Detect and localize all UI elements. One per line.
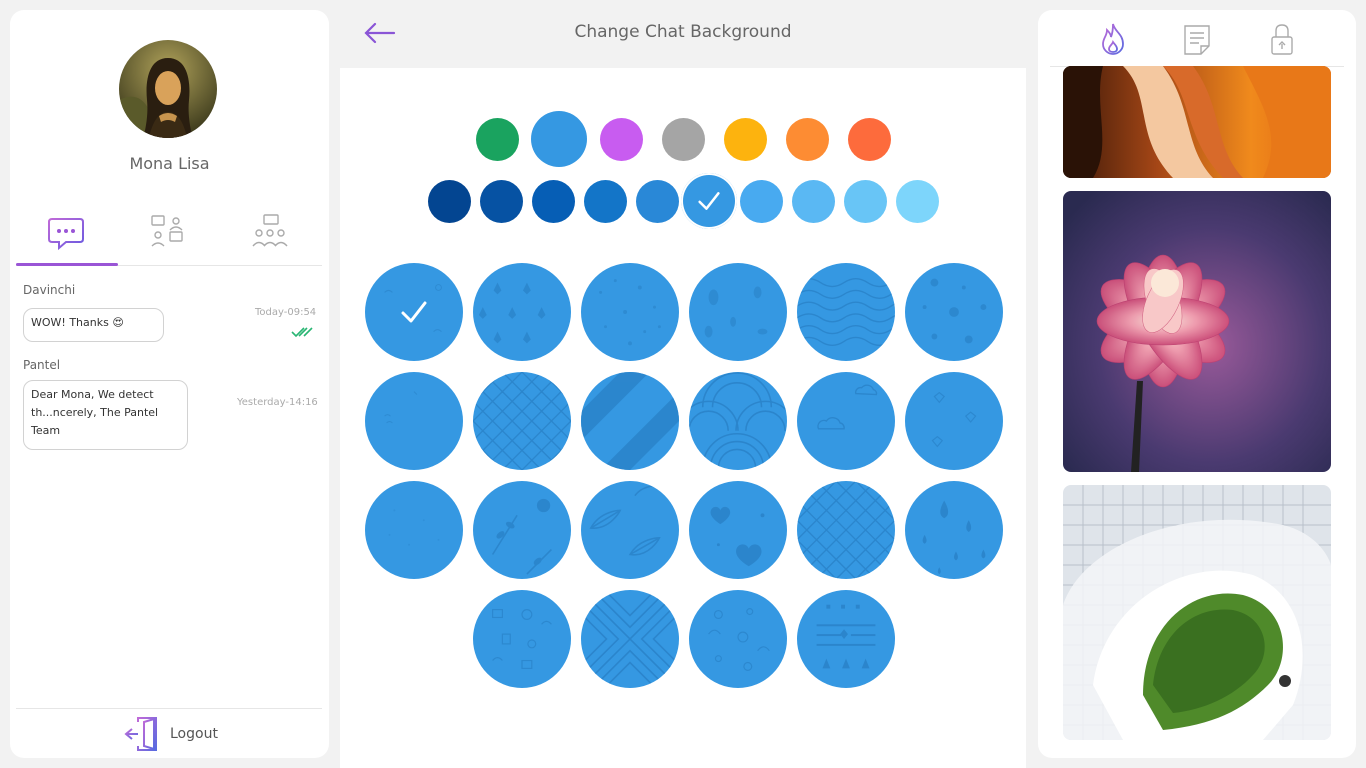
double-check-icon: [291, 327, 313, 338]
logout-button[interactable]: Logout: [124, 716, 218, 752]
lock-icon: [1271, 24, 1293, 55]
wallpaper-dahlia[interactable]: [1063, 191, 1331, 472]
message-sender: Davinchi: [23, 283, 76, 297]
color-swatch[interactable]: [475, 117, 519, 161]
color-swatch[interactable]: [843, 179, 887, 223]
pattern-tribal-icon: [816, 604, 876, 669]
flame-icon: [1102, 23, 1124, 55]
pattern-quatrefoil-icon: [473, 372, 571, 470]
avatar[interactable]: [119, 40, 217, 138]
pattern-option-circles-doodle[interactable]: [689, 590, 787, 688]
pattern-option-branches[interactable]: [473, 481, 571, 579]
color-swatch[interactable]: [583, 179, 627, 223]
page-title: Change Chat Background: [574, 22, 792, 42]
pattern-option-quatrefoil[interactable]: [473, 372, 571, 470]
checkmark-icon: [698, 192, 720, 210]
right-panel: [1038, 10, 1356, 758]
message-time: Yesterday-14:16: [237, 397, 318, 408]
pattern-option-sparse-doodle[interactable]: [365, 372, 463, 470]
pattern-option-diagonal-stripes[interactable]: [581, 372, 679, 470]
tab-chats[interactable]: [16, 210, 116, 254]
pattern-lattice-icon: [797, 481, 895, 579]
footer-divider: [16, 708, 322, 709]
pattern-fleur-de-lis-icon: [478, 282, 546, 344]
pattern-faint-texture-icon: [388, 509, 440, 546]
message-bubble[interactable]: Dear Mona, We detect th...ncerely, The P…: [23, 380, 188, 450]
pattern-option-big-leaves[interactable]: [581, 481, 679, 579]
pattern-branches-icon: [491, 498, 552, 575]
active-tab-indicator: [16, 263, 118, 266]
pattern-option-seigaiha[interactable]: [689, 372, 787, 470]
pattern-option-stars-sparkles[interactable]: [581, 263, 679, 361]
pattern-diagonal-stripes-icon: [581, 372, 679, 470]
pattern-hearts-icon: [710, 506, 765, 567]
tab-trending[interactable]: [1095, 22, 1131, 56]
tab-groups[interactable]: [220, 210, 320, 254]
message-sender: Pantel: [23, 358, 61, 372]
pattern-option-clouds[interactable]: [797, 372, 895, 470]
color-swatch[interactable]: [635, 179, 679, 223]
pattern-raindrops-icon: [922, 500, 986, 575]
profile-name: Mona Lisa: [129, 154, 210, 173]
pattern-circles-doodle-icon: [708, 608, 770, 671]
logout-label: Logout: [170, 726, 218, 742]
color-swatch[interactable]: [599, 117, 643, 161]
message-bubble[interactable]: WOW! Thanks 😍: [23, 308, 164, 342]
group-chat-icon: [252, 214, 288, 247]
contacts-chat-icon: [151, 215, 183, 247]
message-time: Today-09:54: [255, 307, 317, 318]
checkmark-icon: [401, 301, 427, 323]
chat-bubble-icon: [48, 218, 84, 251]
pattern-sparse-doodle-icon: [384, 391, 418, 424]
pattern-option-hearts[interactable]: [689, 481, 787, 579]
pattern-waves-icon: [797, 277, 895, 347]
color-swatch[interactable]: [791, 179, 835, 223]
pattern-leaves-doodle-icon: [704, 286, 768, 338]
pattern-option-dots[interactable]: [905, 263, 1003, 361]
color-swatch[interactable]: [723, 117, 767, 161]
tab-contacts[interactable]: [118, 210, 218, 254]
document-icon: [1184, 25, 1210, 55]
color-swatch[interactable]: [785, 117, 829, 161]
pattern-big-leaves-icon: [589, 485, 661, 556]
pattern-stars-sparkles-icon: [599, 279, 661, 346]
left-sidebar: Mona Lisa Davinchi WOW! Thanks 😍 Today-0…: [10, 10, 329, 758]
color-swatch[interactable]: [427, 179, 471, 223]
color-swatch[interactable]: [531, 179, 575, 223]
pattern-option-raindrops[interactable]: [905, 481, 1003, 579]
pattern-diamonds-icon: [931, 391, 977, 448]
pattern-scribbles-icon: [492, 609, 552, 669]
pattern-option-diamonds[interactable]: [905, 372, 1003, 470]
tab-documents[interactable]: [1179, 22, 1215, 56]
pattern-option-fleur-de-lis[interactable]: [473, 263, 571, 361]
pattern-option-chevron-x[interactable]: [581, 590, 679, 688]
pattern-seigaiha-icon: [689, 372, 787, 469]
pattern-option-waves[interactable]: [797, 263, 895, 361]
tab-locked[interactable]: [1264, 22, 1300, 56]
pattern-option-scribbles[interactable]: [473, 590, 571, 688]
color-swatch[interactable]: [847, 117, 891, 161]
color-swatch[interactable]: [895, 179, 939, 223]
pattern-clouds-icon: [817, 384, 878, 430]
color-swatch[interactable]: [531, 111, 587, 167]
background-picker: [340, 68, 1026, 768]
color-swatch[interactable]: [739, 179, 783, 223]
pattern-dots-icon: [922, 278, 987, 344]
pattern-option-plain-doodle[interactable]: [365, 263, 463, 361]
pattern-chevron-x-icon: [581, 590, 679, 688]
pattern-option-tribal[interactable]: [797, 590, 895, 688]
logout-door-icon: [124, 717, 157, 751]
pattern-option-leaves-doodle[interactable]: [689, 263, 787, 361]
wallpaper-staircase[interactable]: [1063, 485, 1331, 740]
wallpaper-canyon[interactable]: [1063, 66, 1331, 178]
pattern-option-faint-texture[interactable]: [365, 481, 463, 579]
pattern-option-lattice[interactable]: [797, 481, 895, 579]
color-swatch[interactable]: [479, 179, 523, 223]
color-swatch[interactable]: [661, 117, 705, 161]
color-swatch[interactable]: [681, 173, 737, 229]
